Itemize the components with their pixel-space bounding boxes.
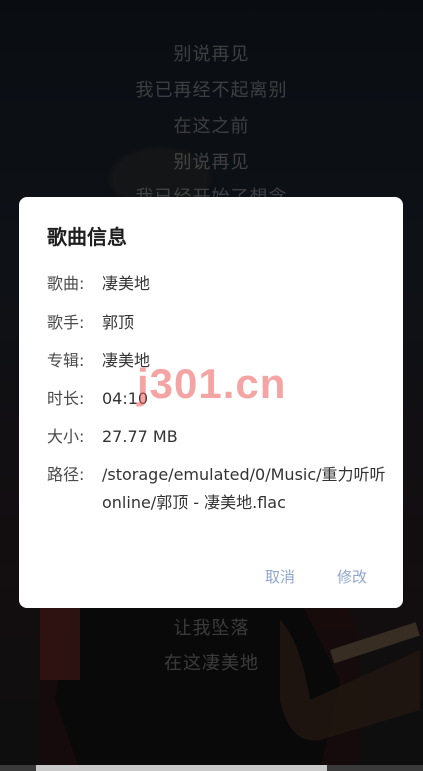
info-label: 歌曲:	[47, 274, 85, 293]
dialog-title: 歌曲信息	[47, 225, 127, 249]
info-value: 郭顶	[102, 313, 135, 332]
info-label: 专辑:	[47, 351, 85, 370]
info-value: 凄美地	[102, 274, 151, 293]
info-label: 时长:	[47, 389, 85, 408]
info-label: 大小:	[47, 427, 85, 446]
bottom-edge-left	[0, 765, 36, 771]
info-label: 路径:	[47, 465, 85, 484]
info-row-path: 路径: /storage/emulated/0/Music/重力听听online…	[47, 461, 387, 517]
watermark: j301.cn	[137, 360, 287, 407]
info-row-artist: 歌手: 郭顶	[47, 309, 387, 337]
cancel-button[interactable]: 取消	[265, 563, 295, 591]
info-row-song: 歌曲: 凄美地	[47, 270, 387, 298]
dialog-actions: 取消 修改	[19, 563, 403, 593]
info-value: 27.77 MB	[102, 427, 178, 446]
music-player-screen: 别说再见 我已再经不起离别 在这之前 别说再见 我已经开始了想念 让我坠落 在这…	[0, 0, 423, 771]
info-row-size: 大小: 27.77 MB	[47, 423, 387, 451]
info-label: 歌手:	[47, 313, 85, 332]
bottom-edge-right	[327, 765, 423, 771]
info-value: /storage/emulated/0/Music/重力听听online/郭顶 …	[102, 465, 386, 512]
bottom-edge	[0, 765, 423, 771]
edit-button[interactable]: 修改	[337, 563, 367, 591]
